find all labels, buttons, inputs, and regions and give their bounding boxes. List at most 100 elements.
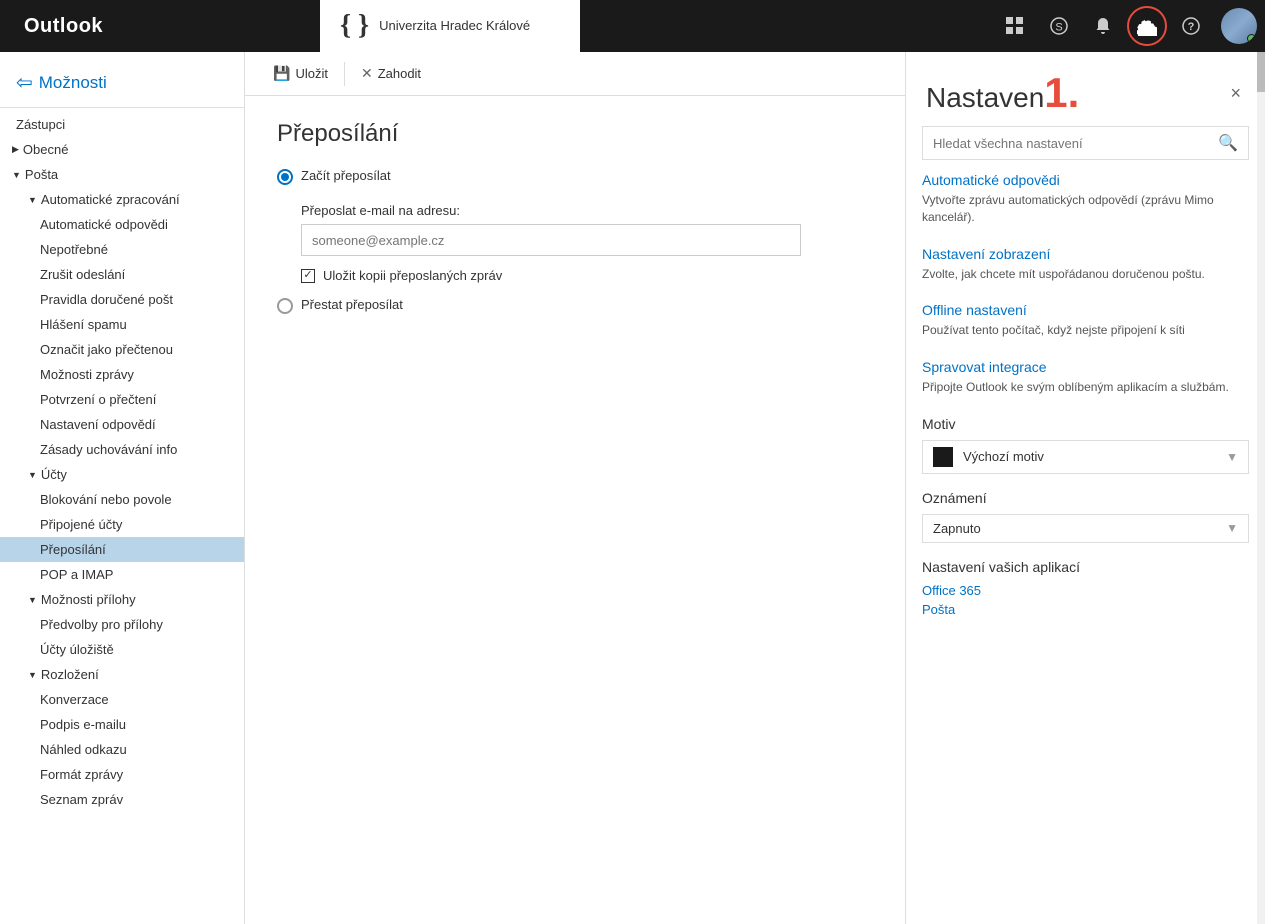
- motiv-dropdown-arrow: ▼: [1226, 450, 1238, 464]
- app-link-posta[interactable]: Pošta: [922, 602, 1249, 617]
- sidebar-group-label-rozlozeni: Rozložení: [41, 667, 99, 682]
- motiv-section: Motiv Výchozí motiv ▼: [922, 416, 1249, 474]
- sidebar-group-label-ucty: Účty: [41, 467, 67, 482]
- triangle-icon-prilohy: ▼: [28, 595, 37, 605]
- sidebar-item-format-zpravy[interactable]: Formát zprávy: [0, 762, 244, 787]
- motiv-value: Výchozí motiv: [963, 449, 1216, 464]
- panel-section-desc-integrations: Připojte Outlook ke svým oblíbeným aplik…: [922, 379, 1249, 396]
- panel-close-button[interactable]: ×: [1226, 79, 1245, 108]
- panel-section-desc-auto: Vytvořte zprávu automatických odpovědí (…: [922, 192, 1249, 226]
- sidebar-item-nepotrebne[interactable]: Nepotřebné: [0, 237, 244, 262]
- content-body: Přeposílání Začít přeposílat Přeposlat e…: [245, 96, 905, 924]
- sidebar-item-ucty[interactable]: ▼ Účty: [0, 462, 244, 487]
- avatar[interactable]: [1221, 8, 1257, 44]
- radio-group: Začít přeposílat Přeposlat e-mail na adr…: [277, 168, 873, 314]
- sidebar-item-konverzace[interactable]: Konverzace: [0, 687, 244, 712]
- oznaceni-select[interactable]: Zapnuto ▼: [922, 514, 1249, 543]
- sidebar-item-posta[interactable]: ▼ Pošta: [0, 162, 244, 187]
- panel-section-desc-offline: Používat tento počítač, když nejste přip…: [922, 322, 1249, 339]
- triangle-icon-auto: ▼: [28, 195, 37, 205]
- university-symbol: { }: [340, 10, 369, 42]
- sidebar-item-zrusit-odesilani[interactable]: Zrušit odeslání: [0, 262, 244, 287]
- sidebar-item-preposilani[interactable]: Přeposílání: [0, 537, 244, 562]
- panel-section-desc-display: Zvolte, jak chcete mít uspořádanou doruč…: [922, 266, 1249, 283]
- sidebar-group-label-prilohy: Možnosti přílohy: [41, 592, 136, 607]
- panel-section-title-auto[interactable]: Automatické odpovědi: [922, 172, 1249, 188]
- panel-section-title-offline[interactable]: Offline nastavení: [922, 302, 1249, 318]
- back-button[interactable]: ⇦: [16, 70, 33, 95]
- university-banner: { } Univerzita Hradec Králové: [320, 0, 580, 52]
- forward-email-input[interactable]: [301, 224, 801, 256]
- sidebar-item-blokovani[interactable]: Blokování nebo povole: [0, 487, 244, 512]
- top-icons: S ?: [995, 6, 1265, 46]
- panel-title-text: Nastaven: [926, 82, 1044, 114]
- panel-section-title-display[interactable]: Nastavení zobrazení: [922, 246, 1249, 262]
- panel-section-integrations: Spravovat integrace Připojte Outlook ke …: [922, 359, 1249, 396]
- sidebar-group-label-auto: Automatické zpracování: [41, 192, 180, 207]
- radio-start-input[interactable]: [277, 169, 293, 185]
- panel-title-num: 1.: [1044, 72, 1079, 114]
- oznaceni-dropdown-arrow: ▼: [1226, 521, 1238, 535]
- search-input[interactable]: [933, 136, 1210, 151]
- sidebar-title[interactable]: Možnosti: [39, 73, 107, 93]
- save-copy-label: Uložit kopii přeposlaných zpráv: [323, 268, 502, 283]
- sidebar-item-automaticke-zpracovani[interactable]: ▼ Automatické zpracování: [0, 187, 244, 212]
- panel-section-title-integrations[interactable]: Spravovat integrace: [922, 359, 1249, 375]
- sidebar-group-label-posta: Pošta: [25, 167, 58, 182]
- avatar-status-dot: [1247, 34, 1256, 43]
- sidebar-item-automaticke-odpovedi[interactable]: Automatické odpovědi: [0, 212, 244, 237]
- sidebar-group-label-obecne: Obecné: [23, 142, 69, 157]
- sidebar-item-podpis[interactable]: Podpis e-mailu: [0, 712, 244, 737]
- sidebar-item-hlaseni-spamu[interactable]: Hlášení spamu: [0, 312, 244, 337]
- sidebar-item-oznacit[interactable]: Označit jako přečtenou: [0, 337, 244, 362]
- top-bar: Outlook { } Univerzita Hradec Králové S: [0, 0, 1265, 52]
- save-copy-item: Uložit kopii přeposlaných zpráv: [301, 268, 873, 283]
- save-button[interactable]: 💾 Uložit: [261, 61, 340, 86]
- discard-button[interactable]: ✕ Zahodit: [349, 61, 433, 86]
- sidebar-item-moznosti-zpravy[interactable]: Možnosti zprávy: [0, 362, 244, 387]
- radio-stop-label[interactable]: Přestat přeposílat: [301, 297, 403, 312]
- sidebar-item-zastupci[interactable]: Zástupci: [0, 112, 244, 137]
- sidebar-item-seznam-zprav[interactable]: Seznam zpráv: [0, 787, 244, 812]
- main-layout: ⇦ Možnosti Zástupci ▶ Obecné ▼ Pošta ▼ A…: [0, 52, 1265, 924]
- right-scrollbar[interactable]: [1257, 52, 1265, 924]
- sidebar-item-predvolby[interactable]: Předvolby pro přílohy: [0, 612, 244, 637]
- triangle-icon-posta: ▼: [12, 170, 21, 180]
- sidebar-item-nahled-odkazu[interactable]: Náhled odkazu: [0, 737, 244, 762]
- app-settings-label: Nastavení vašich aplikací: [922, 559, 1249, 575]
- search-box: 🔍: [922, 126, 1249, 160]
- triangle-icon-ucty: ▼: [28, 470, 37, 480]
- skype-icon[interactable]: S: [1039, 6, 1079, 46]
- sidebar: ⇦ Možnosti Zástupci ▶ Obecné ▼ Pošta ▼ A…: [0, 52, 245, 924]
- search-icon[interactable]: 🔍: [1218, 133, 1238, 153]
- gear-icon[interactable]: [1127, 6, 1167, 46]
- sidebar-item-nastaveni-odpovedi[interactable]: Nastavení odpovědí: [0, 412, 244, 437]
- panel-content: Automatické odpovědi Vytvořte zprávu aut…: [906, 172, 1265, 924]
- app-link-office365[interactable]: Office 365: [922, 583, 1249, 598]
- sidebar-item-obecne[interactable]: ▶ Obecné: [0, 137, 244, 162]
- panel-title: Nastaven1.: [926, 72, 1079, 114]
- bell-icon[interactable]: [1083, 6, 1123, 46]
- radio-start-item: Začít přeposílat: [277, 168, 873, 185]
- radio-stop-input[interactable]: [277, 298, 293, 314]
- panel-section-display: Nastavení zobrazení Zvolte, jak chcete m…: [922, 246, 1249, 283]
- sidebar-header: ⇦ Možnosti: [0, 60, 244, 103]
- panel-section-auto-responses: Automatické odpovědi Vytvořte zprávu aut…: [922, 172, 1249, 226]
- sidebar-item-pravidla[interactable]: Pravidla doručené pošt: [0, 287, 244, 312]
- radio-start-label[interactable]: Začít přeposílat: [301, 168, 391, 183]
- motiv-color-swatch: [933, 447, 953, 467]
- sidebar-item-zasady[interactable]: Zásady uchovávání info: [0, 437, 244, 462]
- sidebar-item-pop-imap[interactable]: POP a IMAP: [0, 562, 244, 587]
- app-settings-section: Nastavení vašich aplikací Office 365 Poš…: [922, 559, 1249, 617]
- motiv-select[interactable]: Výchozí motiv ▼: [922, 440, 1249, 474]
- sidebar-item-rozlozeni[interactable]: ▼ Rozložení: [0, 662, 244, 687]
- sidebar-item-moznosti-prilohy[interactable]: ▼ Možnosti přílohy: [0, 587, 244, 612]
- sidebar-item-pripojene-ucty[interactable]: Připojené účty: [0, 512, 244, 537]
- help-icon[interactable]: ?: [1171, 6, 1211, 46]
- oznaceni-section: Oznámení Zapnuto ▼: [922, 490, 1249, 543]
- grid-icon[interactable]: [995, 6, 1035, 46]
- sidebar-item-ucty-uloziste[interactable]: Účty úložiště: [0, 637, 244, 662]
- save-copy-checkbox[interactable]: [301, 269, 315, 283]
- sidebar-item-potvrzeni[interactable]: Potvrzení o přečtení: [0, 387, 244, 412]
- university-name: Univerzita Hradec Králové: [379, 18, 530, 35]
